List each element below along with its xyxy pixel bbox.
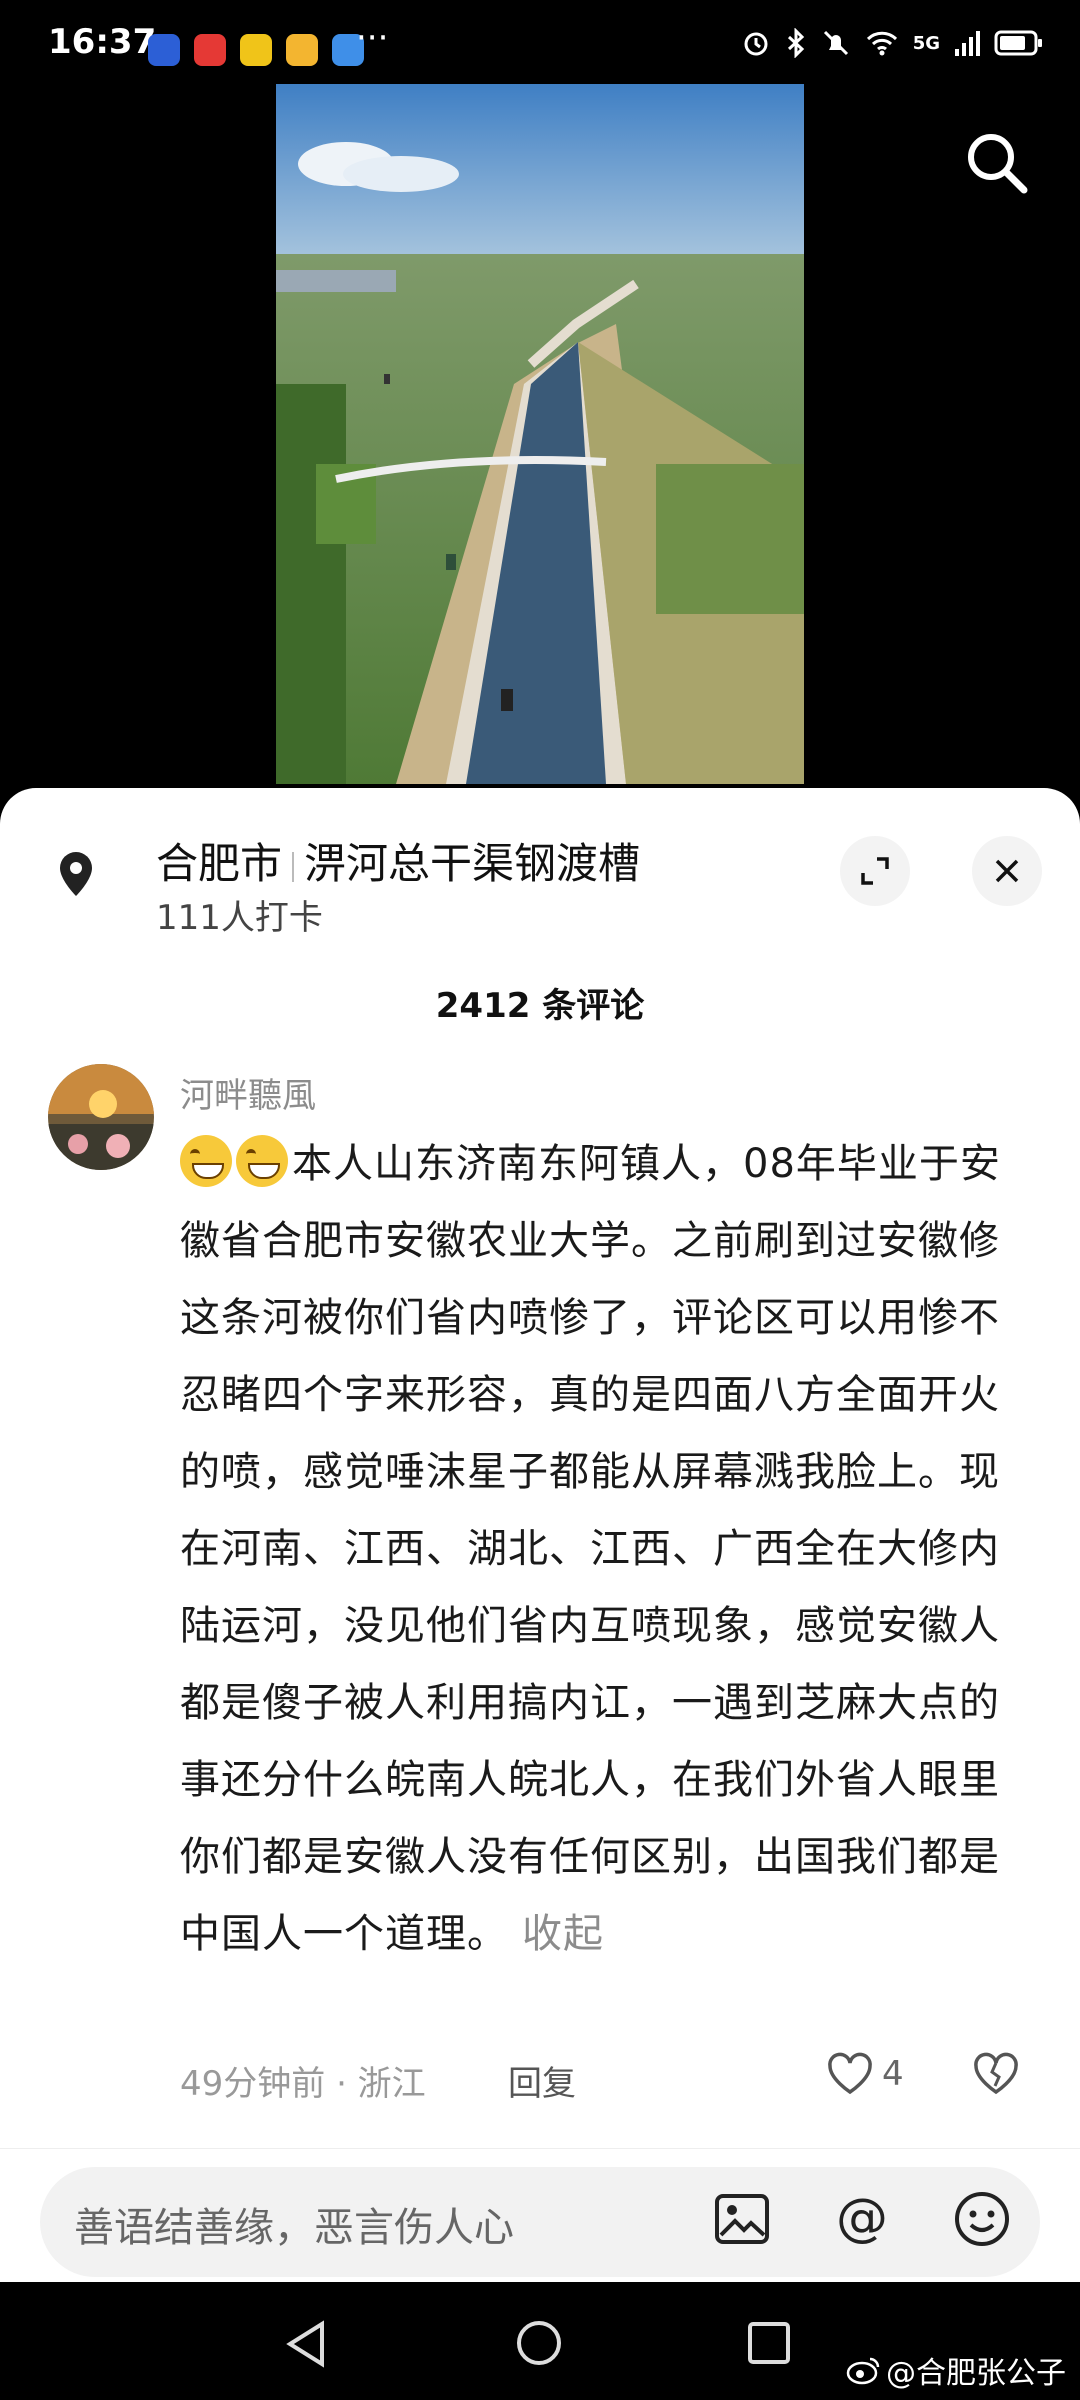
- status-time: 16:37: [48, 22, 157, 62]
- grin-emoji-icon: [236, 1135, 288, 1187]
- system-status-icons: 5G: [741, 28, 1044, 58]
- video-player[interactable]: [276, 84, 804, 784]
- back-icon[interactable]: [282, 2318, 330, 2370]
- recents-icon[interactable]: [746, 2320, 792, 2366]
- app-icon: [194, 34, 226, 66]
- comment-username[interactable]: 河畔聽風: [180, 1068, 316, 1117]
- comment-input-placeholder: 善语结善缘，恶言伤人心: [74, 2205, 514, 2251]
- home-icon[interactable]: [514, 2318, 564, 2368]
- status-bar: 16:37 ··· 5G: [0, 0, 1080, 84]
- comment-meta: 49分钟前 · 浙江: [180, 2064, 426, 2104]
- more-notifications: ···: [356, 18, 389, 58]
- comment-sheet: 合肥市 淠河总干渠钢渡槽 111人打卡 2412 条评论 河畔聽風 本人山东济南东…: [0, 788, 1080, 2282]
- close-icon: [995, 859, 1019, 883]
- canal-aerial-video-frame: [276, 84, 804, 784]
- comment-count: 2412 条评论: [435, 986, 645, 1026]
- battery-icon: [994, 30, 1042, 56]
- location-pin-icon: [50, 848, 102, 900]
- search-icon[interactable]: [964, 130, 1030, 196]
- app-icon: [286, 34, 318, 66]
- bluetooth-icon: [787, 28, 804, 58]
- broken-heart-icon: [974, 2052, 1018, 2095]
- close-button[interactable]: [972, 836, 1042, 906]
- divider: [292, 851, 295, 882]
- watermark: @合肥张公子: [846, 2348, 1066, 2392]
- heart-icon: [828, 2052, 872, 2095]
- checkin-count: 111人打卡: [156, 898, 323, 938]
- dislike-button[interactable]: [972, 2052, 1020, 2100]
- app-icon: [148, 34, 180, 66]
- mention-icon[interactable]: @: [832, 2188, 892, 2249]
- location-title[interactable]: 合肥市 淠河总干渠钢渡槽: [156, 830, 640, 891]
- emoji-icon[interactable]: [952, 2189, 1012, 2249]
- comment-input-bar: 善语结善缘，恶言伤人心 @: [0, 2148, 1080, 2282]
- notification-app-icons: [148, 34, 364, 66]
- like-button[interactable]: 4: [826, 2052, 904, 2096]
- app-icon: [240, 34, 272, 66]
- expand-button[interactable]: [840, 836, 910, 906]
- grin-emoji-icon: [180, 1135, 232, 1187]
- like-count: 4: [882, 2054, 904, 2094]
- weibo-logo-icon: [846, 2357, 880, 2385]
- expand-icon: [861, 857, 889, 885]
- alarm-icon: [744, 32, 768, 56]
- mute-bell-icon: [823, 30, 848, 56]
- collapse-link[interactable]: 收起: [522, 1911, 604, 1957]
- watermark-text: @合肥张公子: [886, 2356, 1066, 2391]
- wifi-icon: [866, 31, 897, 56]
- network-type: 5G: [912, 32, 940, 54]
- location-place: 淠河总干渠钢渡槽: [304, 839, 641, 888]
- reply-button[interactable]: 回复: [508, 2056, 576, 2105]
- avatar[interactable]: [48, 1064, 154, 1170]
- comment-body: 本人山东济南东阿镇人，08年毕业于安徽省合肥市安徽农业大学。之前刷到过安徽修这条…: [180, 1126, 1040, 1973]
- svg-text:@: @: [836, 2189, 888, 2248]
- location-city: 合肥市: [156, 839, 283, 888]
- signal-icon: [955, 31, 980, 56]
- comment-text: 本人山东济南东阿镇人，08年毕业于安徽省合肥市安徽农业大学。之前刷到过安徽修这条…: [180, 1141, 1001, 1957]
- image-icon[interactable]: [712, 2189, 772, 2249]
